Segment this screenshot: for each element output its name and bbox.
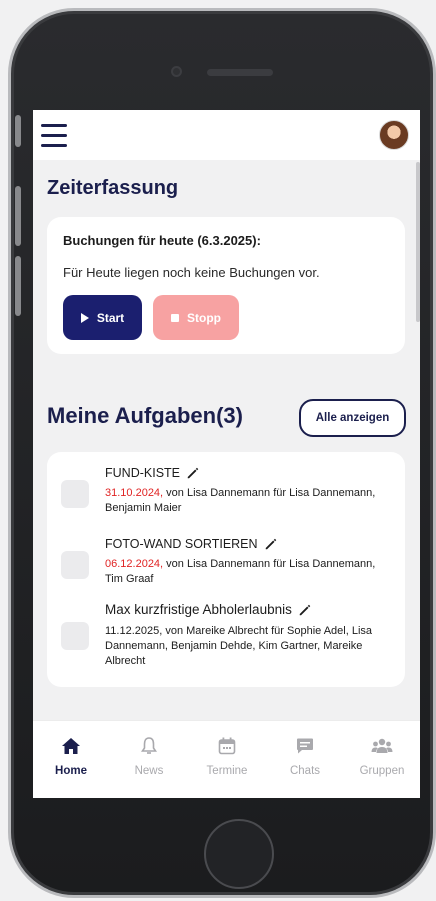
pencil-icon[interactable] bbox=[186, 466, 200, 480]
nav-label: Chats bbox=[289, 765, 321, 777]
stop-button[interactable]: Stopp bbox=[153, 295, 239, 340]
nav-item-chats[interactable]: Chats bbox=[270, 735, 340, 777]
task-date: 06.12.2024, bbox=[105, 558, 164, 570]
task-details: 11.12.2025, von Mareike Albrecht für Sop… bbox=[105, 625, 373, 667]
stop-button-label: Stopp bbox=[187, 310, 221, 325]
pencil-icon[interactable] bbox=[298, 603, 312, 617]
front-camera bbox=[171, 66, 182, 77]
task-checkbox[interactable] bbox=[61, 551, 89, 579]
calendar-icon bbox=[218, 737, 236, 755]
bookings-empty-text: Für Heute liegen noch keine Buchungen vo… bbox=[63, 265, 320, 280]
user-avatar[interactable] bbox=[379, 120, 409, 150]
home-hardware-button[interactable] bbox=[204, 819, 274, 889]
section-title-time-tracking: Zeiterfassung bbox=[47, 177, 179, 199]
task-checkbox[interactable] bbox=[61, 480, 89, 508]
mute-switch bbox=[15, 115, 21, 147]
home-icon bbox=[62, 738, 80, 754]
task-meta: 31.10.2024, von Lisa Dannemann für Lisa … bbox=[105, 486, 395, 516]
section-title-tasks: Meine Aufgaben(3) bbox=[47, 403, 243, 428]
hamburger-icon[interactable] bbox=[41, 124, 67, 147]
bell-icon bbox=[141, 737, 157, 754]
task-name[interactable]: FOTO-WAND SORTIEREN bbox=[105, 537, 278, 551]
bookings-title: Buchungen für heute (6.3.2025): bbox=[63, 233, 261, 248]
tasks-card: FUND-KISTE 31.10.2024, von Lisa Danneman… bbox=[47, 452, 405, 687]
top-bar bbox=[33, 110, 420, 160]
bottom-navigation: Home News Termine Chats Gruppen bbox=[33, 720, 420, 798]
nav-label: Termine bbox=[206, 765, 248, 777]
task-meta: 11.12.2025, von Mareike Albrecht für Sop… bbox=[105, 624, 395, 669]
start-button[interactable]: Start bbox=[63, 295, 142, 340]
play-icon bbox=[80, 312, 89, 323]
booking-card: Buchungen für heute (6.3.2025): Für Heut… bbox=[47, 217, 405, 354]
task-date: 31.10.2024, bbox=[105, 487, 164, 499]
show-all-button[interactable]: Alle anzeigen bbox=[299, 399, 406, 437]
task-name[interactable]: FUND-KISTE bbox=[105, 466, 200, 480]
pencil-icon[interactable] bbox=[264, 537, 278, 551]
groups-icon bbox=[371, 738, 393, 753]
task-checkbox[interactable] bbox=[61, 622, 89, 650]
volume-up-button bbox=[15, 186, 21, 246]
task-name[interactable]: Max kurzfristige Abholerlaubnis bbox=[105, 602, 312, 617]
nav-item-termine[interactable]: Termine bbox=[192, 735, 262, 777]
nav-item-home[interactable]: Home bbox=[36, 735, 106, 777]
nav-item-news[interactable]: News bbox=[114, 735, 184, 777]
volume-down-button bbox=[15, 256, 21, 316]
nav-label: News bbox=[134, 765, 164, 777]
scrollbar[interactable] bbox=[416, 162, 420, 322]
earpiece-speaker bbox=[207, 69, 273, 76]
app-screen: Zeiterfassung Buchungen für heute (6.3.2… bbox=[33, 110, 420, 798]
chat-icon bbox=[297, 738, 313, 754]
nav-label: Gruppen bbox=[359, 765, 405, 777]
nav-label: Home bbox=[55, 765, 87, 777]
nav-item-gruppen[interactable]: Gruppen bbox=[347, 735, 417, 777]
task-meta: 06.12.2024, von Lisa Dannemann für Lisa … bbox=[105, 557, 395, 587]
stop-icon bbox=[171, 313, 179, 322]
start-button-label: Start bbox=[96, 310, 125, 325]
